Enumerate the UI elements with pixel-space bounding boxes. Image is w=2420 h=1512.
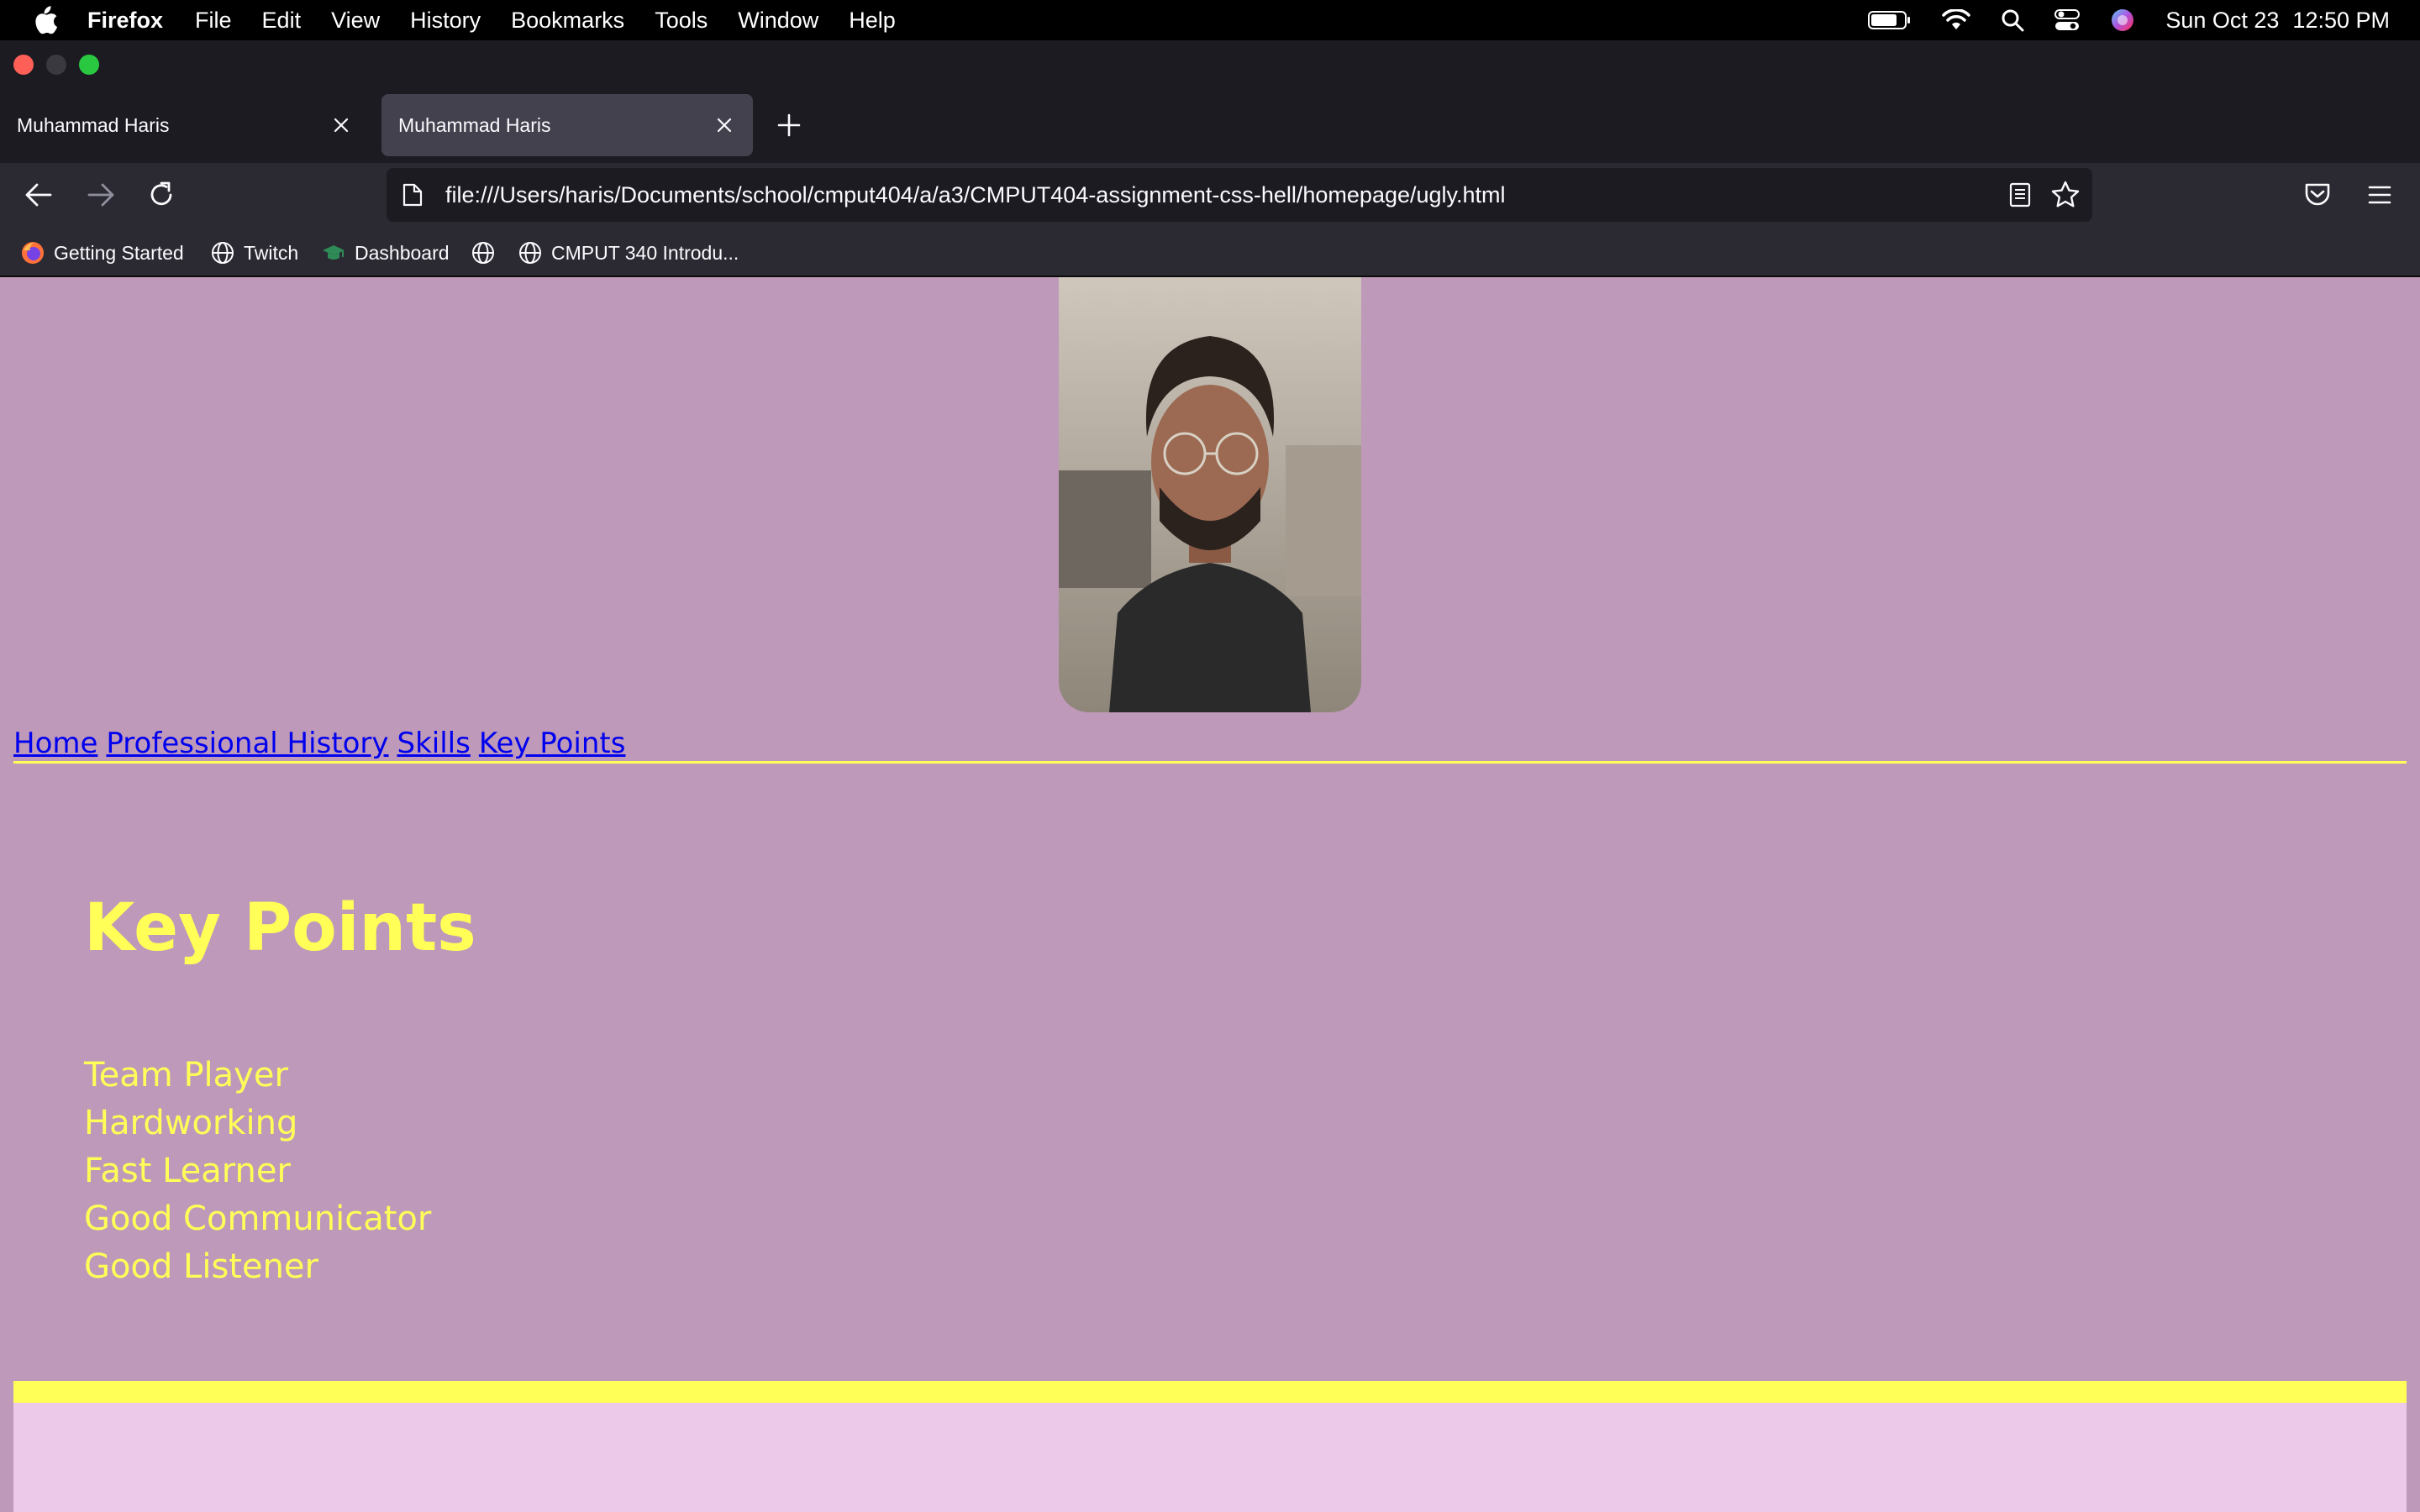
window-title-bar <box>0 40 2420 87</box>
menu-window[interactable]: Window <box>738 8 818 34</box>
tab-close-icon[interactable] <box>331 115 351 135</box>
menu-app-name[interactable]: Firefox <box>87 8 163 34</box>
reload-icon[interactable] <box>146 180 176 210</box>
menu-tools[interactable]: Tools <box>655 8 708 34</box>
battery-icon[interactable] <box>1868 9 1912 31</box>
bookmark-label: CMPUT 340 Introdu... <box>551 241 739 264</box>
menu-file[interactable]: File <box>195 8 232 34</box>
address-bar-url[interactable]: file:///Users/haris/Documents/school/cmp… <box>445 168 1506 222</box>
tab-close-icon[interactable] <box>714 115 734 135</box>
clock-date: Sun Oct 23 <box>2165 7 2280 33</box>
menu-bookmarks[interactable]: Bookmarks <box>511 8 624 34</box>
footer-divider <box>13 1381 2407 1403</box>
list-item: Good Listener <box>84 1247 318 1286</box>
forward-arrow-icon[interactable] <box>86 180 116 210</box>
nav-link-key-points[interactable]: Key Points <box>479 727 626 760</box>
apple-logo-icon[interactable] <box>30 4 59 36</box>
bookmark-label: Getting Started <box>54 241 184 264</box>
page-document-icon <box>402 183 423 207</box>
page-nav: Home Professional History Skills Key Poi… <box>13 722 634 764</box>
window-close-button[interactable] <box>13 55 34 75</box>
clock-time: 12:50 PM <box>2292 7 2390 33</box>
menu-help[interactable]: Help <box>849 8 896 34</box>
nav-link-professional-history[interactable]: Professional History <box>106 727 388 760</box>
navigation-toolbar: file:///Users/haris/Documents/school/cmp… <box>0 163 2420 228</box>
macos-menu-bar: Firefox File Edit View History Bookmarks… <box>0 0 2420 40</box>
tab-title: Muhammad Haris <box>398 113 551 136</box>
bookmark-getting-started[interactable]: Getting Started <box>20 239 184 267</box>
bookmark-label: Twitch <box>244 241 299 264</box>
bookmark-twitch[interactable]: Twitch <box>210 239 298 267</box>
browser-tab-active[interactable]: Muhammad Haris <box>381 94 753 156</box>
nav-divider <box>13 761 2407 764</box>
bookmark-untitled[interactable] <box>471 239 504 267</box>
graduation-cap-icon <box>323 245 345 260</box>
bookmark-cmput-340[interactable]: CMPUT 340 Introdu... <box>518 239 739 267</box>
window-zoom-button[interactable] <box>79 55 99 75</box>
browser-tab[interactable]: Muhammad Haris <box>0 94 370 156</box>
menu-history[interactable]: History <box>410 8 481 34</box>
firefox-icon <box>22 242 44 264</box>
list-item: Team Player <box>84 1056 288 1095</box>
globe-icon <box>519 242 541 264</box>
nav-link-home[interactable]: Home <box>13 727 97 760</box>
address-bar[interactable]: file:///Users/haris/Documents/school/cmp… <box>387 168 2092 222</box>
new-tab-plus-icon[interactable] <box>776 113 802 138</box>
key-points-list: Team Player Hardworking Fast Learner Goo… <box>84 1052 431 1291</box>
nav-link-skills[interactable]: Skills <box>397 727 471 760</box>
menu-edit[interactable]: Edit <box>262 8 302 34</box>
spotlight-search-icon[interactable] <box>2001 8 2024 32</box>
pocket-icon[interactable] <box>2302 180 2333 210</box>
hamburger-menu-icon[interactable] <box>2365 180 2395 210</box>
bookmark-dashboard[interactable]: Dashboard <box>321 239 450 267</box>
control-center-icon[interactable] <box>2054 8 2081 32</box>
profile-photo <box>1059 277 1361 712</box>
bookmarks-toolbar: Getting Started Twitch Dashboard CMPUT 3… <box>0 228 2420 277</box>
tab-strip: Muhammad Haris Muhammad Haris <box>0 87 2420 163</box>
bookmark-star-icon[interactable] <box>2050 180 2081 210</box>
profile-photo-illustration <box>1059 277 1361 712</box>
section-title: Key Points <box>84 890 476 966</box>
siri-icon[interactable] <box>2110 8 2135 33</box>
list-item: Good Communicator <box>84 1200 432 1238</box>
footer <box>13 1403 2407 1512</box>
bookmark-label: Dashboard <box>355 241 450 264</box>
window-minimize-button[interactable] <box>46 55 66 75</box>
menu-view[interactable]: View <box>331 8 380 34</box>
menu-bar-clock[interactable]: Sun Oct 23 12:50 PM <box>2165 8 2390 34</box>
tab-title: Muhammad Haris <box>17 113 170 136</box>
globe-icon <box>212 242 234 264</box>
back-arrow-icon[interactable] <box>24 180 54 210</box>
reader-view-icon[interactable] <box>2007 181 2033 208</box>
globe-icon <box>472 242 494 264</box>
list-item: Hardworking <box>84 1104 298 1142</box>
page-content: Home Professional History Skills Key Poi… <box>0 277 2420 1512</box>
wifi-icon[interactable] <box>1942 9 1971 31</box>
list-item: Fast Learner <box>84 1152 291 1190</box>
